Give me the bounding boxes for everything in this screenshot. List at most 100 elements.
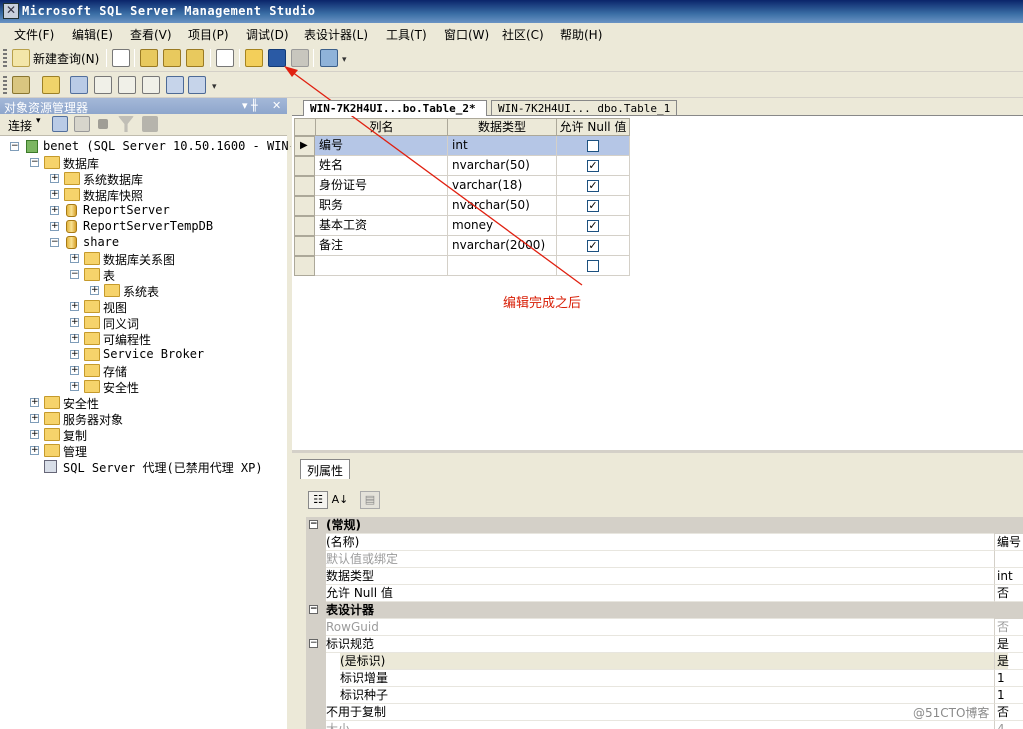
expand-icon[interactable]: + [70, 334, 79, 343]
new-query-icon[interactable] [12, 49, 30, 67]
expand-icon[interactable]: + [30, 430, 39, 439]
expand-icon[interactable]: + [30, 446, 39, 455]
tree-node-tables[interactable]: − 表 [70, 267, 285, 283]
data-type-cell[interactable]: nvarchar(50) [448, 196, 557, 216]
column-name-cell[interactable]: 姓名 [315, 156, 448, 176]
data-type-cell[interactable]: money [448, 216, 557, 236]
toolbar-grip[interactable] [3, 49, 7, 67]
property-row[interactable]: (是标识) 是 [306, 653, 1023, 670]
column-name-cell[interactable] [315, 256, 448, 276]
new-query-button[interactable]: 新建查询(N) [33, 50, 99, 67]
property-value[interactable] [994, 551, 1023, 568]
menu-tools[interactable]: 工具(T) [386, 26, 427, 43]
data-type-cell[interactable] [448, 256, 557, 276]
filter-icon[interactable] [118, 116, 134, 132]
menu-help[interactable]: 帮助(H) [560, 26, 602, 43]
property-row[interactable]: 标识增量 1 [306, 670, 1023, 687]
tree-node-db-security[interactable]: + 安全性 [70, 379, 285, 395]
property-value[interactable]: 4 [994, 721, 1023, 729]
data-type-cell[interactable]: varchar(18) [448, 176, 557, 196]
tree-node-programmability[interactable]: + 可编程性 [70, 331, 285, 347]
property-category[interactable]: − 表设计器 [306, 602, 1023, 619]
connect-button[interactable]: 连接 [8, 117, 32, 134]
expand-icon[interactable]: + [50, 206, 59, 215]
tab-column-properties[interactable]: 列属性 [300, 459, 351, 479]
table-row[interactable]: 备注 nvarchar(2000) ✓ [294, 236, 630, 256]
new-file-icon[interactable] [112, 49, 130, 67]
allow-nulls-checkbox[interactable]: ✓ [587, 220, 599, 232]
expand-icon[interactable]: + [50, 174, 59, 183]
column-name-cell[interactable]: 身份证号 [315, 176, 448, 196]
generate-change-script-icon[interactable] [12, 76, 30, 94]
disconnect-icon[interactable] [52, 116, 68, 132]
property-category[interactable]: − (常规) [306, 517, 1023, 534]
property-row[interactable]: 允许 Null 值否 [306, 585, 1023, 602]
table-row[interactable]: 基本工资 money ✓ [294, 216, 630, 236]
xmla-query-icon[interactable] [186, 49, 204, 67]
data-type-cell[interactable]: int [448, 136, 557, 156]
activity-monitor-icon[interactable] [320, 49, 338, 67]
toolbar-grip[interactable] [3, 76, 7, 94]
expand-icon[interactable]: + [70, 254, 79, 263]
allow-nulls-checkbox[interactable]: ✓ [587, 240, 599, 252]
collapse-icon[interactable]: − [30, 158, 39, 167]
print-icon[interactable] [291, 49, 309, 67]
collapse-icon[interactable]: − [309, 605, 318, 614]
pin-icon[interactable]: ▾ ╫ [242, 99, 258, 112]
row-selector[interactable] [294, 196, 315, 216]
tree-node-share[interactable]: − share [50, 235, 285, 251]
column-name-cell[interactable]: 职务 [315, 196, 448, 216]
expand-icon[interactable]: + [70, 382, 79, 391]
tree-node-management[interactable]: + 管理 [30, 443, 285, 459]
property-row[interactable]: 大小 4 [306, 721, 1023, 729]
expand-icon[interactable]: + [30, 414, 39, 423]
tree-node-security[interactable]: + 安全性 [30, 395, 285, 411]
tree-node-views[interactable]: + 视图 [70, 299, 285, 315]
spatial-indexes-icon[interactable] [188, 76, 206, 94]
expand-icon[interactable]: + [70, 302, 79, 311]
tree-node-reportservertempdb[interactable]: + ReportServerTempDB [50, 219, 285, 235]
open-folder-icon[interactable] [245, 49, 263, 67]
menu-community[interactable]: 社区(C) [502, 26, 544, 43]
mdx-query-icon[interactable] [140, 49, 158, 67]
close-icon[interactable]: ✕ [272, 99, 281, 112]
table-row[interactable] [294, 256, 630, 276]
expand-icon[interactable]: + [50, 222, 59, 231]
allow-nulls-checkbox[interactable]: ✓ [587, 180, 599, 192]
row-selector[interactable] [294, 176, 315, 196]
categorized-icon[interactable]: ☷ [308, 491, 328, 509]
data-type-cell[interactable]: nvarchar(50) [448, 156, 557, 176]
tree-node-system-databases[interactable]: + 系统数据库 [50, 171, 285, 187]
column-name-cell[interactable]: 基本工资 [315, 216, 448, 236]
menu-project[interactable]: 项目(P) [188, 26, 229, 43]
tree-node-sql-agent[interactable]: SQL Server 代理(已禁用代理 XP) [30, 459, 285, 475]
tab-table-1[interactable]: WIN-7K2H4UI... dbo.Table_1 [491, 100, 677, 116]
column-name-cell[interactable]: 备注 [315, 236, 448, 256]
data-type-cell[interactable]: nvarchar(2000) [448, 236, 557, 256]
primary-key-icon[interactable] [42, 76, 60, 94]
tree-node-databases[interactable]: − 数据库 [30, 155, 285, 171]
tree-node-database-snapshots[interactable]: + 数据库快照 [50, 187, 285, 203]
tree-node-service-broker[interactable]: + Service Broker [70, 347, 285, 363]
tab-table-2[interactable]: WIN-7K2H4UI...bo.Table_2* [303, 100, 487, 116]
property-value[interactable]: 编号 [994, 534, 1023, 551]
data-type-header[interactable]: 数据类型 [447, 118, 557, 136]
menu-window[interactable]: 窗口(W) [444, 26, 489, 43]
tree-node-reportserver[interactable]: + ReportServer [50, 203, 285, 219]
property-row[interactable]: − 标识规范是 [306, 636, 1023, 653]
expand-icon[interactable]: + [50, 190, 59, 199]
column-name-header[interactable]: 列名 [315, 118, 448, 136]
expand-icon[interactable]: + [70, 350, 79, 359]
relationships-icon[interactable] [70, 76, 88, 94]
table-row[interactable]: 职务 nvarchar(50) ✓ [294, 196, 630, 216]
xml-indexes-icon[interactable] [142, 76, 160, 94]
expand-icon[interactable]: + [90, 286, 99, 295]
property-value[interactable]: 否 [994, 585, 1023, 602]
tree-node-server[interactable]: − benet (SQL Server 10.50.1600 - WIN-7K2H… [10, 139, 332, 155]
row-selector[interactable] [294, 256, 315, 276]
fulltext-index-icon[interactable] [118, 76, 136, 94]
allow-nulls-checkbox[interactable]: ✓ [587, 160, 599, 172]
connect-dropdown-icon[interactable]: ▾ [36, 116, 41, 126]
menu-table-designer[interactable]: 表设计器(L) [304, 26, 368, 43]
property-value[interactable]: 否 [994, 619, 1023, 636]
